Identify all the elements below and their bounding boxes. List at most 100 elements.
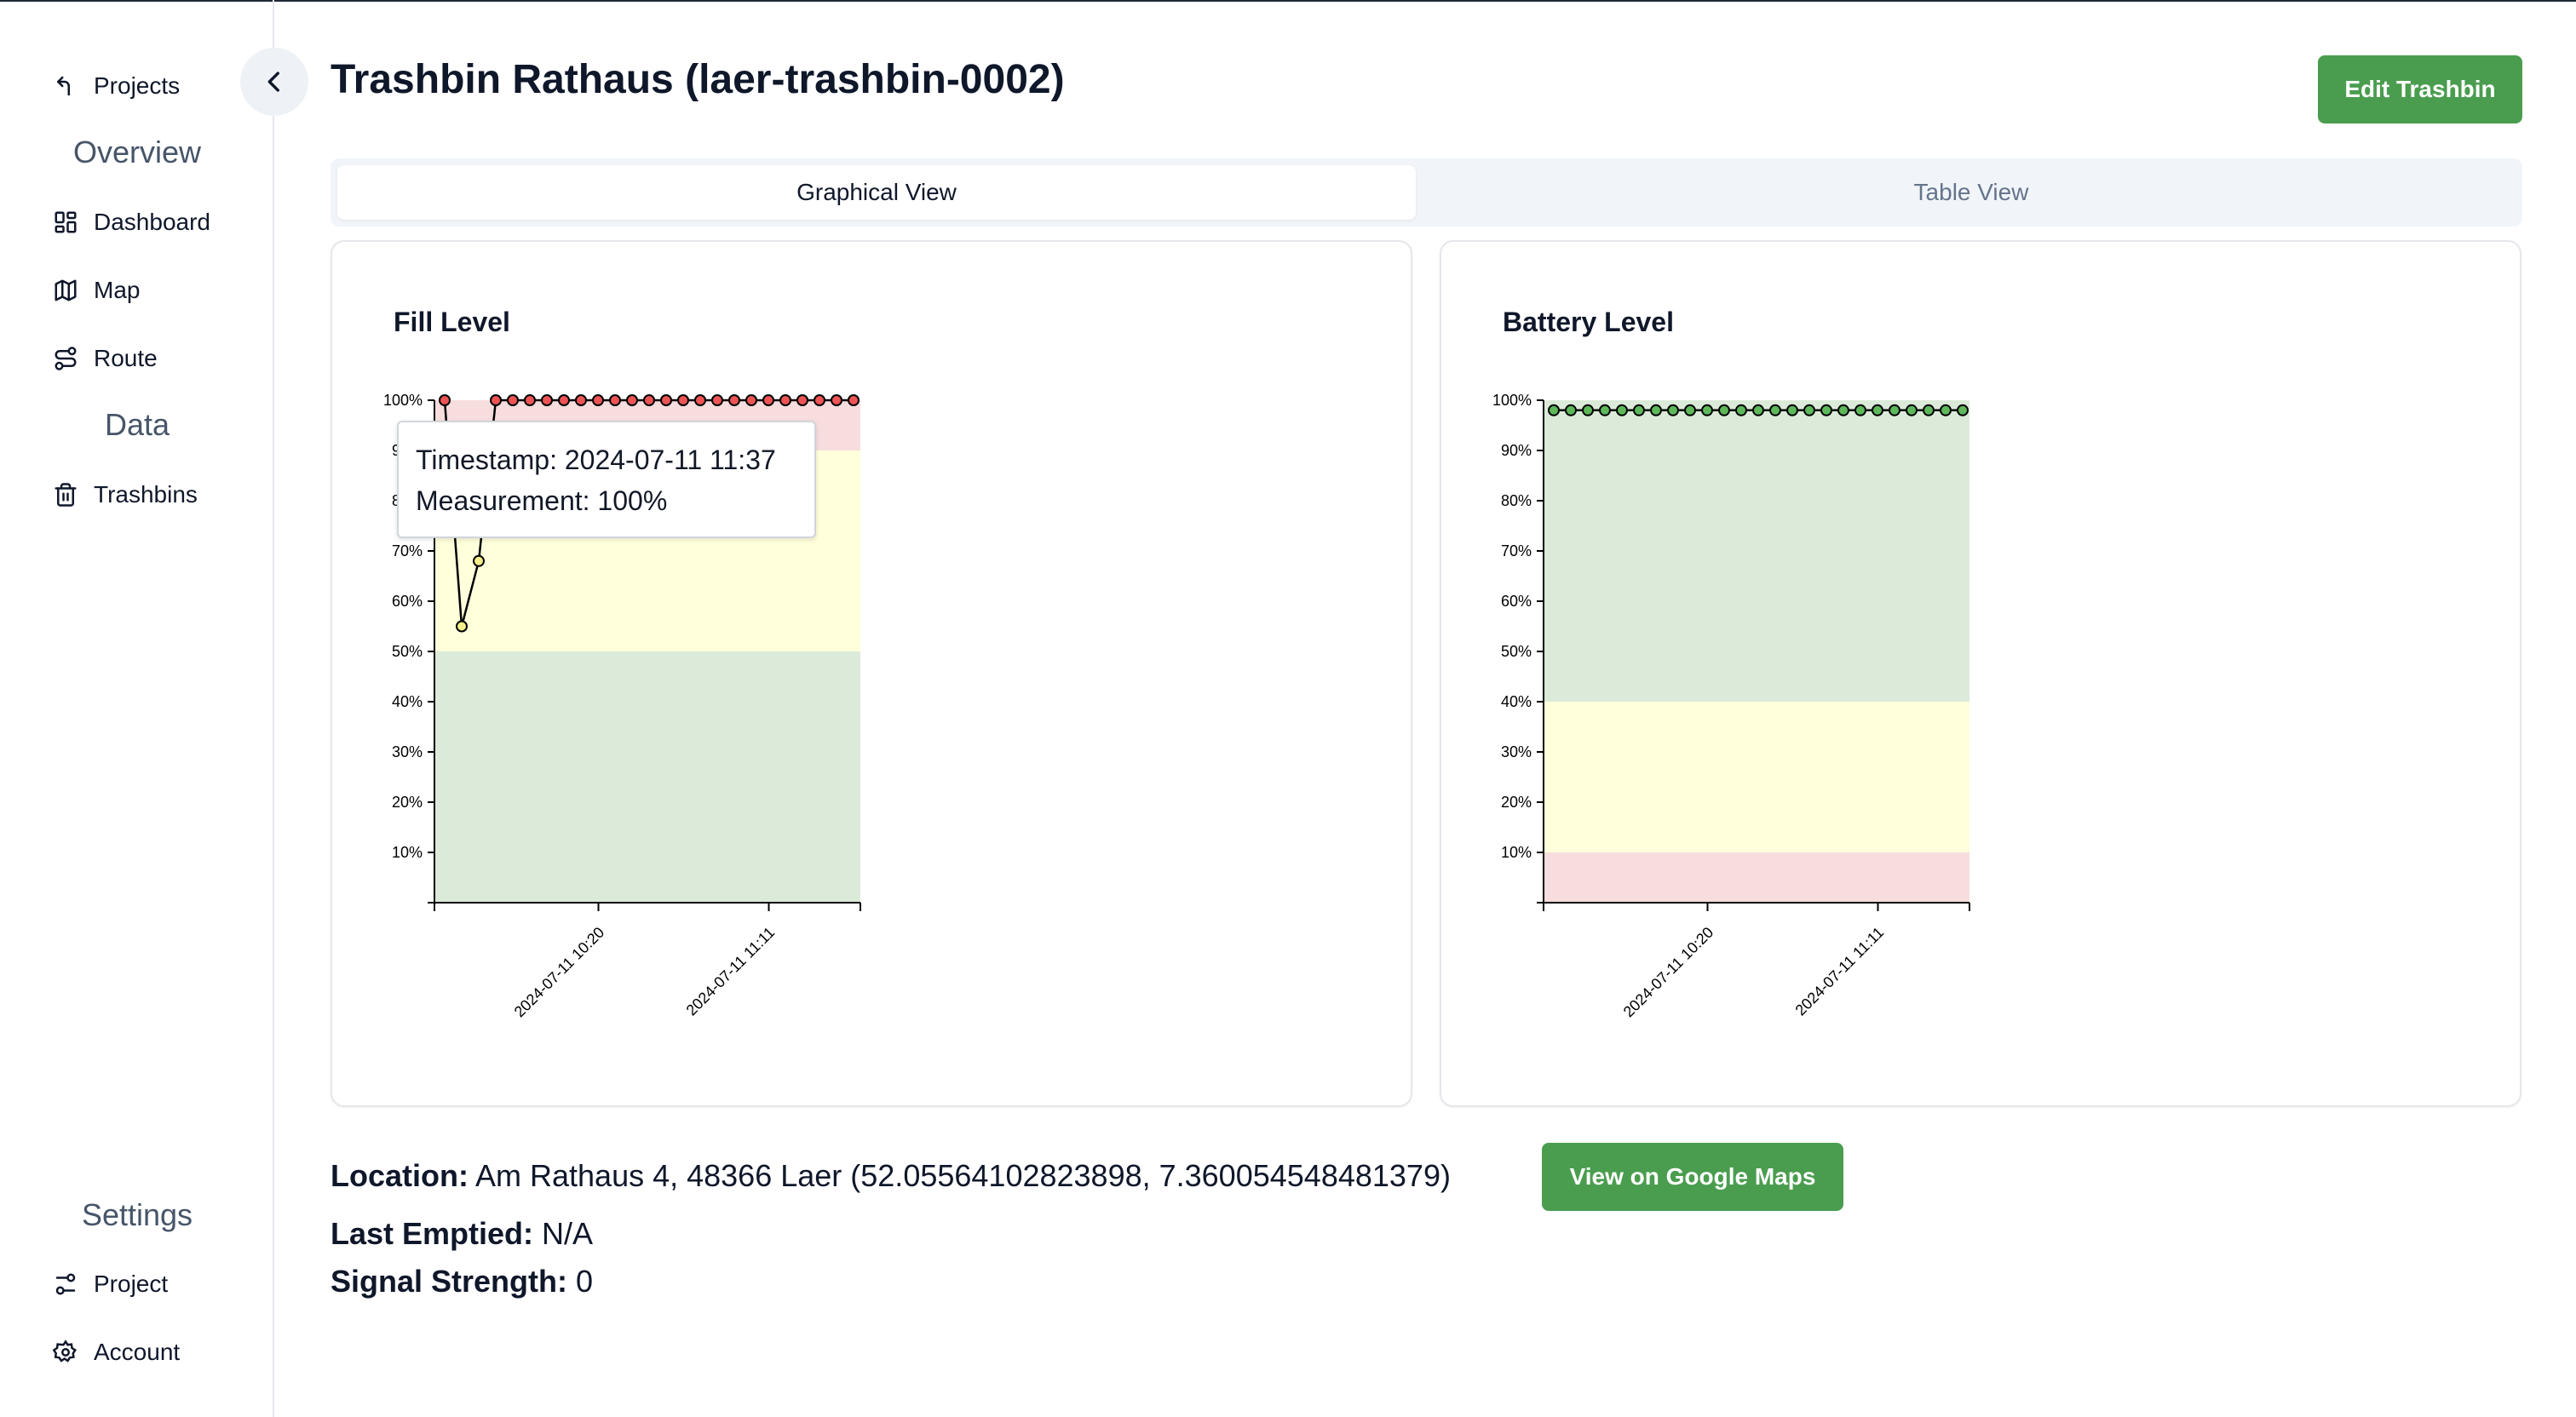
y-tick-label: 50% xyxy=(1501,643,1532,660)
sidebar-item-label: Project xyxy=(94,1271,169,1297)
data-point xyxy=(1582,404,1594,416)
tooltip-measurement: Measurement: 100% xyxy=(416,485,668,516)
threshold-band xyxy=(1544,702,1969,852)
section-title-data: Data xyxy=(104,407,170,442)
data-point xyxy=(1940,404,1952,416)
sidebar-item-label: Trashbins xyxy=(94,481,198,508)
data-point xyxy=(1752,404,1764,416)
fill-level-card: Fill Level 10%20%30%40%50%60%70%80%90%10… xyxy=(331,240,1412,1107)
data-point xyxy=(711,394,723,406)
x-tick-label: 2024-07-11 10:20 xyxy=(1620,924,1717,1021)
data-point xyxy=(592,394,604,406)
data-point xyxy=(1957,404,1969,416)
fill-level-chart: 10%20%30%40%50%60%70%80%90%100%2024-07-1… xyxy=(383,392,861,1021)
threshold-band xyxy=(434,651,860,903)
sidebar-item-project[interactable]: Project xyxy=(53,1264,168,1305)
y-tick-label: 30% xyxy=(1501,743,1532,760)
tab-graphical-view[interactable]: Graphical View xyxy=(337,165,1416,220)
location-value: Am Rathaus 4, 48366 Laer (52.05564102823… xyxy=(475,1158,1451,1193)
data-point xyxy=(1565,404,1577,416)
data-point xyxy=(762,394,774,406)
location-row: Location: Am Rathaus 4, 48366 Laer (52.0… xyxy=(331,1158,1451,1194)
chart-tooltip: Timestamp: 2024-07-11 11:37 Measurement:… xyxy=(397,421,816,538)
tab-table-view[interactable]: Table View xyxy=(1426,165,2516,220)
last-emptied-label: Last Emptied: xyxy=(331,1216,534,1251)
data-point xyxy=(507,394,519,406)
data-point xyxy=(473,554,485,567)
section-title-overview: Overview xyxy=(72,135,202,169)
data-point xyxy=(643,394,655,406)
data-point xyxy=(575,394,587,406)
data-point xyxy=(524,394,536,406)
sidebar-item-account[interactable]: Account xyxy=(53,1332,180,1373)
section-title-settings: Settings xyxy=(81,1197,193,1232)
collapse-sidebar-button[interactable] xyxy=(240,48,308,116)
location-label: Location: xyxy=(331,1158,469,1193)
battery-level-chart: 10% 20% 30% 40% 50% 60% 70% 80% 90% 100% 2024-07-1… xyxy=(1492,392,1970,1021)
data-point xyxy=(1548,404,1560,416)
y-tick-label: 20% xyxy=(392,794,423,811)
signal-strength-row: Signal Strength: 0 xyxy=(331,1264,593,1299)
data-point xyxy=(1684,404,1696,416)
data-point xyxy=(745,394,757,406)
edit-trashbin-button[interactable]: Edit Trashbin xyxy=(2318,55,2522,123)
y-tick-label: 40% xyxy=(392,693,423,710)
data-point xyxy=(1854,404,1866,416)
data-point xyxy=(814,394,825,406)
y-tick-label: 40% xyxy=(1501,693,1532,710)
y-tick-label: 50% xyxy=(392,643,423,660)
data-point xyxy=(779,394,791,406)
last-emptied-value: N/A xyxy=(542,1216,594,1251)
sidebar-item-dashboard[interactable]: Dashboard xyxy=(53,202,210,243)
data-point xyxy=(456,620,468,633)
tooltip-timestamp: Timestamp: 2024-07-11 11:37 xyxy=(416,445,776,475)
sidebar-item-map[interactable]: Map xyxy=(53,270,140,311)
y-tick-label: 20% xyxy=(1501,794,1532,811)
data-point xyxy=(1650,404,1662,416)
y-tick-label: 90% xyxy=(1501,442,1532,459)
map-icon xyxy=(55,279,77,301)
route-icon xyxy=(55,347,77,370)
sidebar: Projects Overview Dashboard Map Route Da… xyxy=(0,0,274,1417)
sidebar-item-label: Dashboard xyxy=(94,209,210,235)
data-point xyxy=(1616,404,1628,416)
gear-icon xyxy=(53,1340,77,1362)
sliders-icon xyxy=(55,1273,76,1295)
data-point xyxy=(490,394,502,406)
data-point xyxy=(1599,404,1611,416)
page-title: Trashbin Rathaus (laer-trashbin-0002) xyxy=(331,57,1065,102)
data-point xyxy=(439,394,451,406)
sidebar-item-route[interactable]: Route xyxy=(53,338,158,379)
sidebar-item-trashbins[interactable]: Trashbins xyxy=(53,474,198,515)
signal-strength-value: 0 xyxy=(576,1264,594,1299)
data-point xyxy=(831,394,842,406)
data-point xyxy=(626,394,638,406)
data-point xyxy=(848,394,860,406)
dashboard-icon xyxy=(55,211,77,233)
data-point xyxy=(1769,404,1781,416)
y-tick-label: 80% xyxy=(1501,492,1532,509)
y-tick-label: 100% xyxy=(383,392,423,409)
view-on-google-maps-button[interactable]: View on Google Maps xyxy=(1542,1143,1843,1211)
data-point xyxy=(541,394,553,406)
data-point xyxy=(1923,404,1935,416)
y-tick-label: 10% xyxy=(1501,844,1532,861)
threshold-band xyxy=(1544,400,1969,702)
chevron-left-icon xyxy=(267,72,279,92)
sidebar-item-label: Map xyxy=(94,277,141,303)
y-tick-label: 10% xyxy=(392,844,423,861)
x-tick-label: 2024-07-11 10:20 xyxy=(511,924,608,1021)
sidebar-item-label: Route xyxy=(94,345,158,371)
data-point xyxy=(728,394,740,406)
y-tick-label: 100% xyxy=(1492,392,1532,409)
data-point xyxy=(796,394,808,406)
x-tick-label: 2024-07-11 11:11 xyxy=(683,924,779,1019)
trash-icon xyxy=(55,483,77,507)
data-point xyxy=(1820,404,1832,416)
data-point xyxy=(1667,404,1679,416)
x-tick-label: 2024-07-11 11:11 xyxy=(1792,924,1888,1019)
data-point xyxy=(1906,404,1918,416)
data-point xyxy=(558,394,570,406)
sidebar-item-projects[interactable]: Projects xyxy=(53,66,180,106)
data-point xyxy=(1786,404,1798,416)
